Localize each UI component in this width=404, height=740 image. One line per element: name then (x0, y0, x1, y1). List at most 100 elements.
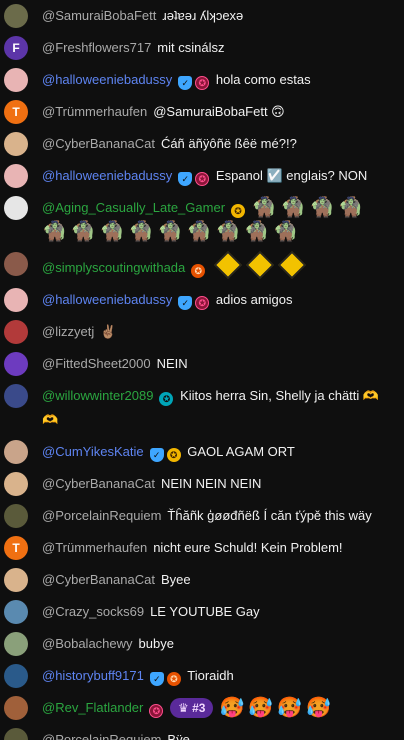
message-text: mit csinálsz (157, 40, 225, 55)
emote-icon: 🥵 (248, 697, 274, 719)
chat-message[interactable]: @lizzyetj ✌🏽 (0, 316, 404, 348)
chat-message[interactable]: T @Trümmerhaufen nicht eure Schuld! Kein P… (0, 532, 404, 564)
chat-message[interactable]: @Bobalachewy bubye (0, 628, 404, 660)
message-text: ɹǝʇɐǝɹ ʎlʞɔexǝ (162, 8, 244, 23)
author-name[interactable]: @halloweeniebadussy (42, 168, 172, 183)
warning-sign-icon (246, 251, 274, 279)
avatar[interactable] (4, 288, 28, 312)
member-badge-icon: ✪ (195, 76, 210, 90)
emote-icon: 🧌 (99, 221, 125, 243)
chat-message[interactable]: @FittedSheet2000 NEIN (0, 348, 404, 380)
chat-message[interactable]: @Aging_Casually_Late_Gamer ✪ 🧌 🧌 🧌 🧌🧌 🧌 🧌 🧌 🧌 🧌 🧌 🧌… (0, 192, 404, 248)
emote-icon: 🥵 (219, 697, 245, 719)
chat-message[interactable]: T @Trümmerhaufen @SamuraiBobaFett 🙃 (0, 96, 404, 128)
author-name[interactable]: @CumYikesKatie (42, 444, 144, 459)
author-name[interactable]: @Rev_Flatlander (42, 700, 143, 715)
emote-icon: 🧌 (251, 197, 277, 219)
chat-message[interactable]: @halloweeniebadussy ✓ ✪ adios amigos (0, 284, 404, 316)
message-text: NEIN (156, 356, 188, 371)
chat-message[interactable]: F @Freshflowers717 mit csinálsz (0, 32, 404, 64)
chat-message[interactable]: @CyberBananaCat NEIN NEIN NEIN (0, 468, 404, 500)
emote-icon: 🧌 (186, 221, 212, 243)
author-name[interactable]: @CyberBananaCat (42, 572, 155, 587)
avatar[interactable] (4, 196, 28, 220)
author-name[interactable]: @Trümmerhaufen (42, 104, 147, 119)
author-name[interactable]: @willowwinter2089 (42, 388, 153, 403)
avatar[interactable] (4, 504, 28, 528)
member-shield-icon: ✓ (178, 296, 193, 310)
emote-icon: 🧌 (309, 197, 335, 219)
avatar[interactable] (4, 352, 28, 376)
message-text: @SamuraiBobaFett 🙃 (153, 104, 285, 119)
author-name[interactable]: @PorcelainRequiem (42, 508, 161, 523)
chat-message[interactable]: @willowwinter2089 ✪ Kiitos herra Sin, She… (0, 380, 404, 436)
emote-icon: 🧌 (280, 197, 306, 219)
author-name[interactable]: @FittedSheet2000 (42, 356, 151, 371)
author-name[interactable]: @historybuff9171 (42, 668, 144, 683)
message-text: hola como estas (215, 72, 311, 87)
emote-icon: 🧌 (42, 221, 67, 243)
member-badge-icon: ✪ (166, 672, 181, 686)
avatar[interactable] (4, 728, 28, 740)
message-text: GAOL AGAM ORT (187, 444, 295, 459)
chat-message[interactable]: @SamuraiBobaFett ɹǝʇɐǝɹ ʎlʞɔexǝ (0, 0, 404, 32)
avatar[interactable] (4, 4, 28, 28)
chat-message[interactable]: @halloweeniebadussy ✓ ✪ Espanol ☑️ englais… (0, 160, 404, 192)
message-text: Bÿe (167, 732, 190, 740)
message-text: Tioraidh (187, 668, 234, 683)
avatar[interactable] (4, 632, 28, 656)
message-text: adios amigos (215, 292, 293, 307)
emote-icon: 🧌 (273, 221, 299, 243)
chat-message[interactable]: @PorcelainRequiem Ťĥăñk ģøøđñëß Í căn ťýp… (0, 500, 404, 532)
avatar[interactable] (4, 384, 28, 408)
warning-sign-icon (278, 251, 306, 279)
avatar[interactable]: T (4, 100, 28, 124)
author-name[interactable]: @halloweeniebadussy (42, 292, 172, 307)
avatar[interactable] (4, 68, 28, 92)
author-name[interactable]: @simplyscoutingwithada (42, 260, 185, 275)
avatar[interactable] (4, 440, 28, 464)
author-name[interactable]: @halloweeniebadussy (42, 72, 172, 87)
member-shield-icon: ✓ (178, 172, 193, 186)
author-name[interactable]: @CyberBananaCat (42, 476, 155, 491)
avatar[interactable] (4, 664, 28, 688)
author-name[interactable]: @CyberBananaCat (42, 136, 155, 151)
chat-message[interactable]: @CyberBananaCat Ćáñ äñÿôñë ßêë mé?!? (0, 128, 404, 160)
avatar[interactable] (4, 568, 28, 592)
chat-message[interactable]: @Crazy_socks69 LE YOUTUBE Gay (0, 596, 404, 628)
author-name[interactable]: @Trümmerhaufen (42, 540, 147, 555)
author-name[interactable]: @PorcelainRequiem (42, 732, 161, 740)
chat-message[interactable]: @PorcelainRequiem Bÿe (0, 724, 404, 740)
chat-message[interactable]: @Rev_Flatlander ✪ ♛ #3 🥵 🥵 🥵 🥵 (0, 692, 404, 724)
member-badge-icon: ✪ (166, 448, 181, 462)
avatar[interactable] (4, 164, 28, 188)
avatar[interactable] (4, 320, 28, 344)
chat-message[interactable]: @simplyscoutingwithada ✪ (0, 248, 404, 284)
member-shield-icon: ✓ (149, 448, 164, 462)
emote-icon: 🧌 (215, 221, 241, 243)
member-badge-icon: ✪ (231, 204, 246, 218)
chat-message[interactable]: @halloweeniebadussy ✓ ✪ hola como estas (0, 64, 404, 96)
avatar[interactable]: F (4, 36, 28, 60)
live-chat-list: @SamuraiBobaFett ɹǝʇɐǝɹ ʎlʞɔexǝ F @Freshflo… (0, 0, 404, 740)
author-name[interactable]: @Freshflowers717 (42, 40, 151, 55)
author-name[interactable]: @lizzyetj (42, 324, 94, 339)
author-name[interactable]: @Crazy_socks69 (42, 604, 144, 619)
chat-message[interactable]: @CyberBananaCat Byee (0, 564, 404, 596)
emote-icon: 🧌 (70, 221, 96, 243)
avatar[interactable] (4, 132, 28, 156)
message-text: ✌🏽 (100, 324, 117, 339)
avatar[interactable] (4, 472, 28, 496)
author-name[interactable]: @Bobalachewy (42, 636, 133, 651)
author-name[interactable]: @Aging_Casually_Late_Gamer (42, 200, 225, 215)
chat-message[interactable]: @CumYikesKatie ✓ ✪ GAOL AGAM ORT (0, 436, 404, 468)
avatar[interactable] (4, 696, 28, 720)
author-name[interactable]: @SamuraiBobaFett (42, 8, 156, 23)
avatar[interactable]: T (4, 536, 28, 560)
emote-icon: 🧌 (338, 197, 364, 219)
chat-message[interactable]: @historybuff9171 ✓ ✪ Tioraidh (0, 660, 404, 692)
member-badge-icon: ✪ (191, 264, 206, 278)
member-badge-icon: ✪ (195, 296, 210, 310)
avatar[interactable] (4, 600, 28, 624)
avatar[interactable] (4, 252, 28, 276)
